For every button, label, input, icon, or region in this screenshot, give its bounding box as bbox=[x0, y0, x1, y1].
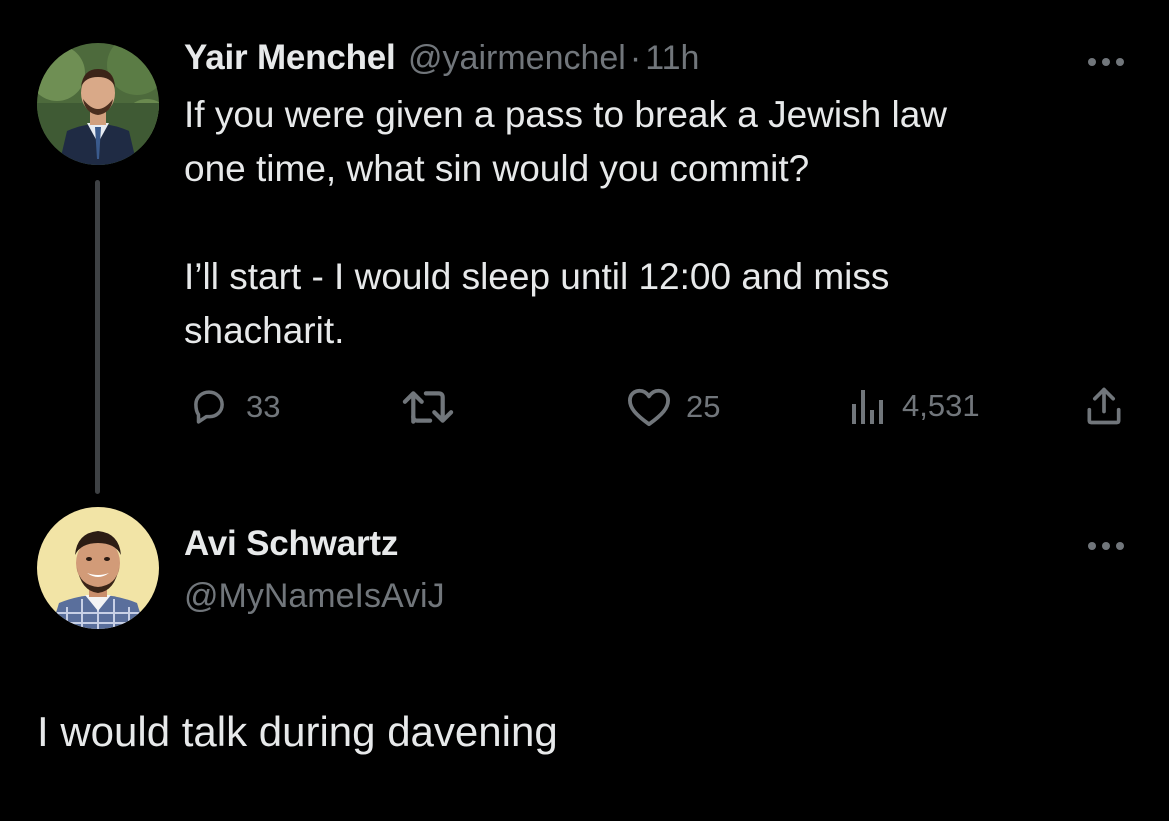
more-options-button[interactable] bbox=[1082, 52, 1130, 72]
more-options-button[interactable] bbox=[1082, 536, 1130, 556]
share-button[interactable] bbox=[1081, 384, 1127, 433]
more-horizontal-icon bbox=[1088, 542, 1124, 550]
repost-button[interactable] bbox=[398, 386, 472, 428]
reply-count: 33 bbox=[246, 389, 281, 424]
like-count: 25 bbox=[686, 389, 721, 424]
author-handle[interactable]: @MyNameIsAviJ bbox=[184, 577, 445, 616]
views-count: 4,531 bbox=[902, 388, 980, 423]
tweet-text: If you were given a pass to break a Jewi… bbox=[184, 94, 947, 351]
repost-icon bbox=[402, 391, 454, 424]
separator-dot: · bbox=[629, 39, 642, 77]
reply-button[interactable]: 33 bbox=[186, 386, 280, 428]
avatar[interactable] bbox=[37, 507, 159, 629]
author-name[interactable]: Yair Menchel bbox=[184, 38, 396, 77]
like-button[interactable]: 25 bbox=[626, 386, 720, 428]
avatar-photo-avi bbox=[37, 507, 159, 629]
reply-icon bbox=[194, 390, 224, 424]
author-handle[interactable]: @yairmenchel bbox=[408, 39, 626, 77]
tweet-text: I would talk during davening bbox=[37, 708, 558, 755]
avatar-photo-yair bbox=[37, 43, 159, 165]
share-icon bbox=[1087, 387, 1121, 425]
heart-icon bbox=[628, 388, 670, 427]
more-horizontal-icon bbox=[1088, 58, 1124, 66]
views-bar-chart-icon bbox=[852, 390, 883, 424]
timestamp[interactable]: 11h bbox=[645, 39, 699, 77]
author-name[interactable]: Avi Schwartz bbox=[184, 524, 398, 564]
avatar[interactable] bbox=[37, 43, 159, 165]
views-button[interactable]: 4,531 bbox=[848, 386, 980, 426]
thread-connector-line bbox=[95, 180, 100, 494]
